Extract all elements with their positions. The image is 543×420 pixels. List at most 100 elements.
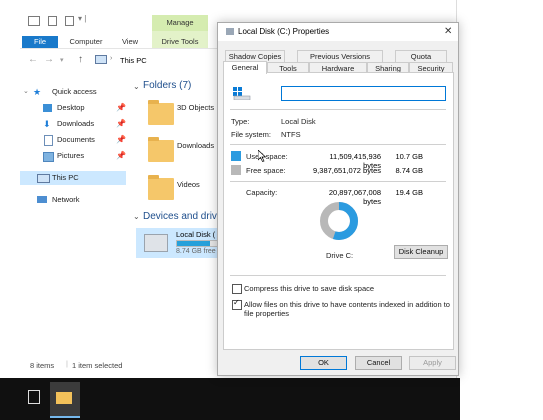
tab-general[interactable]: General (223, 61, 267, 74)
tab-computer[interactable]: Computer (64, 36, 108, 48)
collapse-chevron-icon[interactable]: ⌄ (133, 212, 140, 221)
download-arrow-icon: ⬇ (43, 119, 51, 129)
new-folder-quick-icon[interactable] (65, 16, 74, 26)
manage-contextual-header: Manage (152, 15, 208, 31)
this-pc-icon (28, 16, 40, 26)
used-space-swatch (231, 151, 241, 161)
devices-group-header[interactable]: Devices and driv (143, 211, 217, 222)
free-space-gb: 8.74 GB (395, 166, 423, 175)
sidebar-item-this-pc[interactable]: This PC (20, 171, 126, 185)
compress-checkbox[interactable] (232, 284, 242, 294)
dialog-titlebar[interactable]: Local Disk (C:) Properties ✕ (218, 23, 458, 41)
desktop-icon (43, 104, 52, 112)
drive-free-text: 8.74 GB free (176, 248, 216, 255)
forward-arrow-icon[interactable]: → (44, 54, 54, 65)
type-label: Type: (231, 117, 250, 126)
folder-videos-label[interactable]: Videos (177, 180, 200, 189)
folder-downloads-label[interactable]: Downloads (177, 141, 214, 150)
drive-name: Local Disk ( (176, 230, 216, 239)
folder-videos-icon[interactable] (148, 175, 174, 200)
pictures-icon (43, 152, 54, 162)
hard-drive-icon (144, 234, 168, 252)
sidebar-item-label: Downloads (57, 119, 95, 128)
sidebar-item-desktop[interactable]: Desktop 📌 (20, 101, 126, 115)
this-pc-icon (37, 174, 50, 183)
folder-3d-objects-label[interactable]: 3D Objects (177, 103, 214, 112)
drive-name-input[interactable] (281, 86, 446, 101)
close-icon[interactable]: ✕ (444, 26, 452, 37)
sidebar-item-label: This PC (52, 173, 79, 182)
tab-file[interactable]: File (22, 36, 58, 48)
task-view-icon[interactable] (28, 390, 40, 404)
collapse-chevron-icon[interactable]: ⌄ (23, 85, 29, 99)
address-bar[interactable]: › (90, 52, 220, 67)
index-label[interactable]: Allow files on this drive to have conten… (244, 300, 450, 309)
collapse-chevron-icon[interactable]: ⌄ (133, 82, 140, 91)
network-icon (37, 196, 47, 203)
disk-cleanup-button[interactable]: Disk Cleanup (394, 245, 448, 259)
index-label-continued[interactable]: file properties (244, 309, 289, 318)
free-space-bytes: 9,387,651,072 bytes (313, 166, 381, 175)
folders-group-header[interactable]: Folders (7) (143, 80, 191, 91)
compress-label[interactable]: Compress this drive to save disk space (244, 284, 374, 293)
apply-button[interactable]: Apply (409, 356, 456, 370)
divider (230, 144, 446, 145)
sidebar-item-label: Documents (57, 135, 95, 144)
sidebar-item-quick-access[interactable]: ⌄ ★ Quick access (20, 85, 126, 99)
status-bar: 8 items | 1 item selected (20, 358, 216, 372)
sidebar-item-pictures[interactable]: Pictures 📌 (20, 149, 126, 163)
sidebar-item-network[interactable]: Network (20, 193, 126, 207)
up-arrow-icon[interactable]: ↑ (78, 54, 83, 65)
folder-3d-objects-icon[interactable] (148, 100, 174, 125)
properties-quick-icon[interactable] (48, 16, 57, 26)
disk-usage-donut (320, 202, 358, 240)
sidebar-item-label: Network (52, 195, 80, 204)
status-selected: 1 item selected (72, 361, 123, 370)
used-space-label: Used space: (246, 152, 288, 161)
cancel-button[interactable]: Cancel (355, 356, 402, 370)
capacity-label: Capacity: (246, 188, 278, 197)
pin-icon: 📌 (116, 151, 126, 160)
pin-icon: 📌 (116, 103, 126, 112)
drive-label: Drive C: (326, 251, 354, 260)
document-icon (44, 135, 53, 146)
sidebar-item-documents[interactable]: Documents 📌 (20, 133, 126, 147)
file-explorer-icon (56, 392, 72, 404)
sidebar-item-downloads[interactable]: ⬇ Downloads 📌 (20, 117, 126, 131)
tab-view[interactable]: View (114, 36, 146, 48)
back-arrow-icon[interactable]: ← (28, 54, 38, 65)
sidebar-item-label: Desktop (57, 103, 85, 112)
divider (230, 109, 446, 110)
filesystem-value: NTFS (281, 130, 301, 139)
capacity-gb: 19.4 GB (395, 188, 423, 197)
ok-button[interactable]: OK (300, 356, 347, 370)
properties-dialog: Local Disk (C:) Properties ✕ Shadow Copi… (217, 22, 459, 376)
tab-quota[interactable]: Quota (395, 50, 447, 62)
breadcrumb[interactable]: This PC (120, 56, 147, 65)
status-item-count: 8 items (30, 361, 55, 370)
filesystem-label: File system: (231, 130, 272, 139)
recent-locations-icon[interactable]: ▾ (60, 56, 64, 64)
mouse-cursor (257, 149, 267, 165)
star-icon: ★ (33, 87, 42, 97)
sidebar-item-label: Pictures (57, 151, 85, 160)
breadcrumb-chevron-icon: › (110, 55, 113, 62)
tab-previous-versions[interactable]: Previous Versions (297, 50, 383, 62)
pin-icon: 📌 (116, 135, 126, 144)
sidebar-item-label: Quick access (52, 87, 97, 96)
dialog-title: Local Disk (C:) Properties (238, 27, 330, 36)
free-space-swatch (231, 165, 241, 175)
type-value: Local Disk (281, 117, 316, 126)
pin-icon: 📌 (116, 119, 126, 128)
free-space-label: Free space: (246, 166, 286, 175)
customize-qat-icon[interactable]: ▾ | (78, 14, 86, 23)
used-space-gb: 10.7 GB (395, 152, 423, 161)
status-divider: | (66, 359, 68, 368)
hard-drive-icon (233, 87, 251, 101)
tab-drive-tools[interactable]: Drive Tools (152, 36, 208, 48)
folder-downloads-icon[interactable] (148, 137, 174, 162)
divider (230, 181, 446, 182)
this-pc-icon (95, 55, 107, 64)
divider (230, 275, 446, 276)
index-checkbox[interactable] (232, 298, 242, 310)
